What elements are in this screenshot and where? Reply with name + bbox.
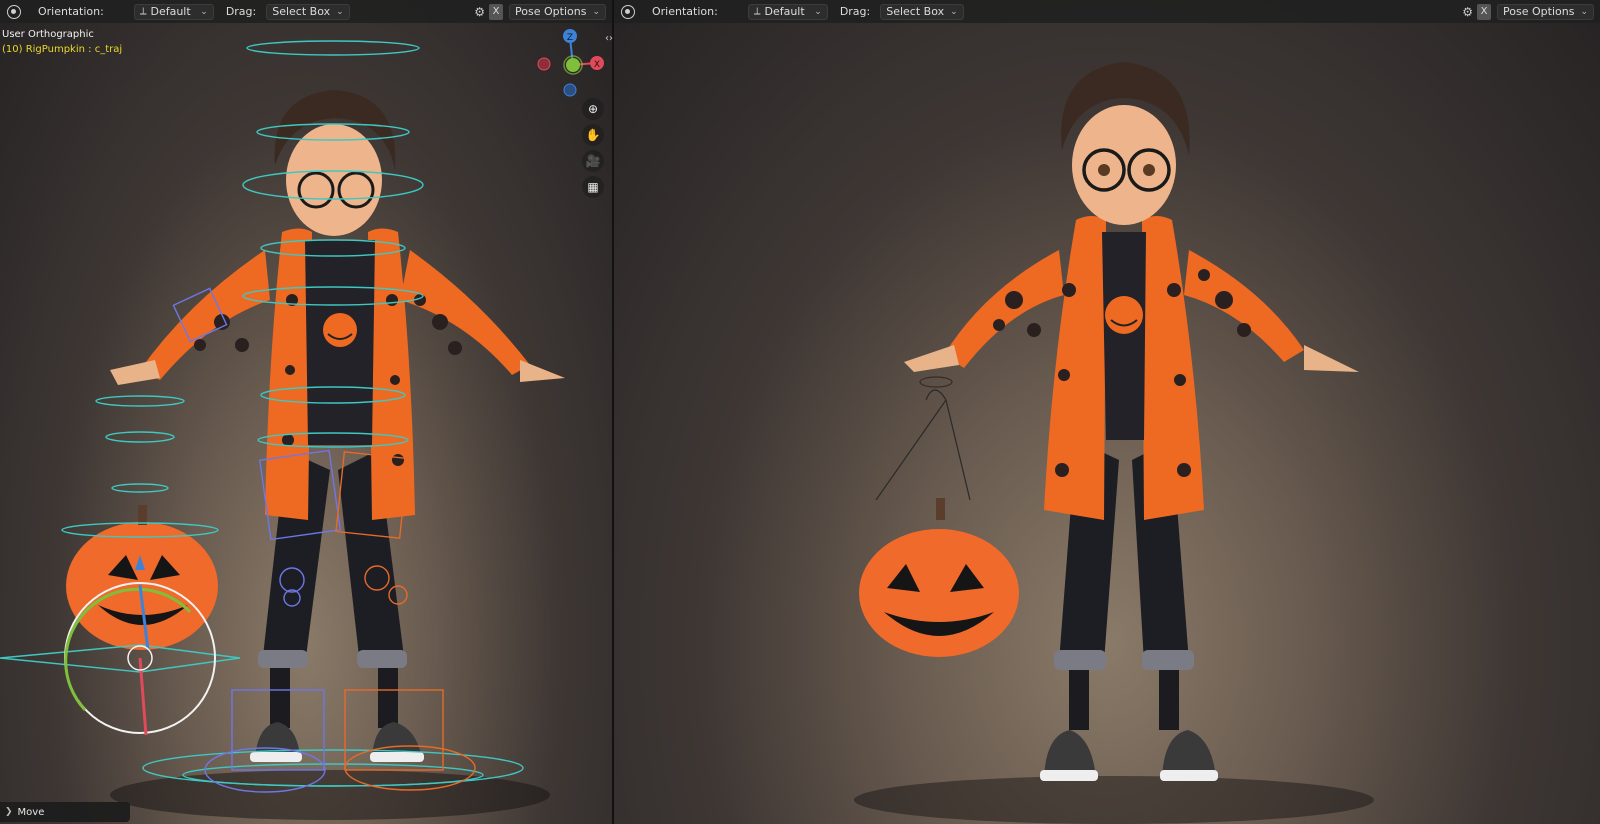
drag-label: Drag: [225, 5, 257, 18]
chevron-down-icon: ⌄ [1580, 6, 1588, 17]
right-viewport-header: Orientation: ⟂ Default ⌄ Drag: Select Bo… [614, 0, 1600, 23]
drag-dropdown[interactable]: Select Box ⌄ [266, 3, 350, 20]
pose-options-dropdown[interactable]: Pose Options ⌄ [1497, 3, 1594, 20]
rig-scene: Z X [0, 29, 604, 820]
grid-icon[interactable]: ▦ [582, 176, 604, 198]
zoom-icon[interactable]: ⊕ [582, 98, 604, 120]
view-name-text: User Orthographic [2, 29, 94, 40]
camera-icon[interactable]: 🎥 [582, 150, 604, 172]
left-header-right-tools: ⚙ X Pose Options ⌄ [474, 3, 606, 20]
render-scene [854, 62, 1374, 824]
pose-options-dropdown[interactable]: Pose Options ⌄ [509, 3, 606, 20]
orientation-value: Default [764, 5, 805, 18]
viewport-left-rig[interactable]: Z X Orientation: ⟂ Default ⌄ Drag: Selec… [0, 0, 612, 824]
gizmo-z-label: Z [567, 33, 573, 43]
mirror-bone-icon[interactable]: ⚙ [1462, 5, 1473, 19]
drag-value: Select Box [272, 5, 331, 18]
left-viewport-header: Orientation: ⟂ Default ⌄ Drag: Select Bo… [0, 0, 612, 23]
chevron-down-icon: ⌄ [814, 6, 822, 17]
orientation-dropdown[interactable]: ⟂ Default ⌄ [747, 3, 828, 20]
orientation-label: Orientation: [652, 5, 718, 18]
object-info-text: (10) RigPumpkin : c_traj [2, 44, 123, 55]
operator-label: Move [17, 806, 45, 818]
chevron-down-icon: ⌄ [336, 6, 344, 17]
chevron-down-icon: ⌄ [950, 6, 958, 17]
chevron-down-icon: ⌄ [592, 6, 600, 17]
navigation-tools: ⊕ ✋ 🎥 ▦ [582, 98, 604, 198]
x-mirror-button[interactable]: X [489, 3, 504, 20]
operator-panel-move[interactable]: ❯ Move [0, 802, 130, 822]
x-mirror-button[interactable]: X [1477, 3, 1492, 20]
area-expand-icon[interactable]: ‹› [605, 33, 613, 44]
pose-options-label: Pose Options [515, 5, 587, 18]
drag-dropdown[interactable]: Select Box ⌄ [880, 3, 964, 20]
right-header-right-tools: ⚙ X Pose Options ⌄ [1462, 3, 1594, 20]
hand-pan-icon[interactable]: ✋ [582, 124, 604, 146]
viewport-right-render[interactable]: Orientation: ⟂ Default ⌄ Drag: Select Bo… [614, 0, 1600, 824]
pose-options-label: Pose Options [1503, 5, 1575, 18]
chevron-down-icon: ⌄ [200, 6, 208, 17]
mirror-bone-icon[interactable]: ⚙ [474, 5, 485, 19]
drag-label: Drag: [839, 5, 871, 18]
chevron-right-icon: ❯ [5, 807, 13, 817]
orientation-label: Orientation: [38, 5, 104, 18]
transform-pivot-icon[interactable] [621, 4, 635, 19]
orientation-dropdown[interactable]: ⟂ Default ⌄ [133, 3, 214, 20]
orientation-axes-icon: ⟂ [753, 6, 761, 17]
orientation-value: Default [150, 5, 191, 18]
transform-pivot-icon[interactable] [7, 4, 21, 19]
blender-window: Z X Orientation: ⟂ Default ⌄ Drag: Selec… [0, 0, 1600, 824]
axis-gizmo: Z X [537, 29, 604, 97]
orientation-axes-icon: ⟂ [139, 6, 147, 17]
gizmo-x-label: X [594, 60, 600, 70]
drag-value: Select Box [886, 5, 945, 18]
